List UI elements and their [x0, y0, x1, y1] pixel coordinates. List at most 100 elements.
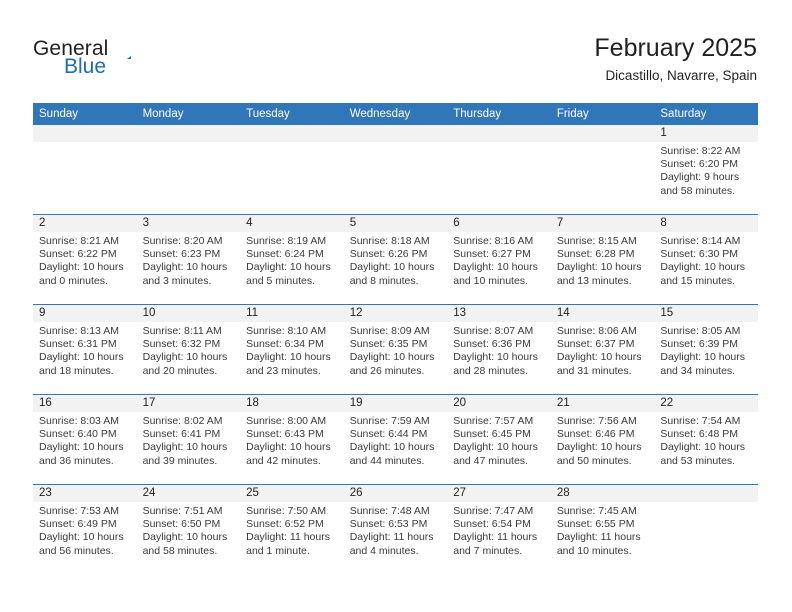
sunset-text: Sunset: 6:55 PM: [556, 518, 635, 531]
calendar-day-cell[interactable]: 26 Sunrise: 7:48 AM Sunset: 6:53 PM Dayligh…: [343, 484, 448, 574]
daylight-text-line1: Daylight: 10 hours: [556, 441, 642, 454]
daylight-text-line1: Daylight: 10 hours: [349, 441, 435, 454]
calendar-day-cell[interactable]: 4 Sunrise: 8:19 AM Sunset: 6:24 PM Daylight…: [240, 214, 344, 305]
day-sun-info: Sunrise: 8:18 AM Sunset: 6:26 PM Daylight:…: [344, 232, 448, 288]
calendar-day-cell[interactable]: 23 Sunrise: 7:53 AM Sunset: 6:49 PM Dayligh…: [33, 484, 137, 574]
weekday-header-wednesday: Wednesday: [343, 103, 448, 125]
day-number: 22: [654, 395, 758, 412]
day-sun-info: Sunrise: 7:57 AM Sunset: 6:45 PM Daylight:…: [447, 412, 551, 468]
daylight-text-line2: and 7 minutes.: [453, 544, 523, 557]
calendar-day-cell[interactable]: 17 Sunrise: 8:02 AM Sunset: 6:41 PM Dayligh…: [136, 394, 241, 485]
sunrise-text: Sunrise: 8:02 AM: [142, 415, 223, 427]
sunrise-text: Sunrise: 7:48 AM: [349, 505, 430, 517]
calendar-day-cell[interactable]: 21 Sunrise: 7:56 AM Sunset: 6:46 PM Dayligh…: [550, 394, 655, 485]
calendar-week-row: 2 Sunrise: 8:21 AM Sunset: 6:22 PM Daylight…: [33, 214, 758, 305]
daylight-text-line1: Daylight: 11 hours: [349, 531, 434, 544]
calendar-day-cell[interactable]: 22 Sunrise: 7:54 AM Sunset: 6:48 PM Dayligh…: [654, 394, 758, 485]
day-sun-info: Sunrise: 8:13 AM Sunset: 6:31 PM Daylight:…: [33, 322, 137, 378]
day-sun-info: Sunrise: 8:10 AM Sunset: 6:34 PM Daylight:…: [240, 322, 344, 378]
day-sun-info: Sunrise: 7:53 AM Sunset: 6:49 PM Daylight:…: [33, 502, 137, 558]
calendar-day-cell[interactable]: 7 Sunrise: 8:15 AM Sunset: 6:28 PM Daylight…: [550, 214, 655, 305]
day-sun-info: Sunrise: 7:51 AM Sunset: 6:50 PM Daylight:…: [137, 502, 241, 558]
calendar-empty-cell: [33, 125, 137, 215]
day-number: [33, 125, 137, 142]
calendar-day-cell[interactable]: 2 Sunrise: 8:21 AM Sunset: 6:22 PM Daylight…: [33, 214, 137, 305]
calendar-day-cell[interactable]: 1 Sunrise: 8:22 AM Sunset: 6:20 PM Daylight…: [654, 125, 758, 215]
weekday-header-row: Sunday Monday Tuesday Wednesday Thursday…: [33, 103, 758, 125]
sunrise-text: Sunrise: 8:14 AM: [660, 235, 741, 247]
daylight-text-line1: Daylight: 10 hours: [39, 351, 124, 364]
calendar-day-cell[interactable]: 12 Sunrise: 8:09 AM Sunset: 6:35 PM Dayligh…: [343, 304, 448, 395]
calendar-day-cell[interactable]: 20 Sunrise: 7:57 AM Sunset: 6:45 PM Dayligh…: [447, 394, 551, 485]
daylight-text-line1: Daylight: 10 hours: [142, 531, 228, 544]
sunrise-text: Sunrise: 7:51 AM: [142, 505, 223, 517]
brand-name-blue: Blue: [64, 55, 107, 78]
calendar-day-cell[interactable]: 28 Sunrise: 7:45 AM Sunset: 6:55 PM Dayligh…: [550, 484, 655, 574]
sunset-text: Sunset: 6:23 PM: [142, 248, 221, 261]
sunrise-text: Sunrise: 8:10 AM: [246, 325, 327, 337]
calendar-day-cell[interactable]: 14 Sunrise: 8:06 AM Sunset: 6:37 PM Dayligh…: [550, 304, 655, 395]
day-sun-info: Sunrise: 8:02 AM Sunset: 6:41 PM Daylight:…: [137, 412, 241, 468]
day-number: 17: [136, 395, 241, 412]
calendar-day-cell[interactable]: 10 Sunrise: 8:11 AM Sunset: 6:32 PM Dayligh…: [136, 304, 241, 395]
calendar-day-cell[interactable]: 16 Sunrise: 8:03 AM Sunset: 6:40 PM Dayligh…: [33, 394, 137, 485]
sunset-text: Sunset: 6:39 PM: [660, 338, 739, 351]
calendar-day-cell[interactable]: 6 Sunrise: 8:16 AM Sunset: 6:27 PM Daylight…: [447, 214, 551, 305]
daylight-text-line2: and 39 minutes.: [142, 454, 218, 467]
day-sun-info: Sunrise: 8:22 AM Sunset: 6:20 PM Daylight:…: [654, 142, 758, 198]
calendar-day-cell[interactable]: 9 Sunrise: 8:13 AM Sunset: 6:31 PM Daylight…: [33, 304, 137, 395]
calendar-empty-cell: [343, 125, 448, 215]
calendar-day-cell[interactable]: 24 Sunrise: 7:51 AM Sunset: 6:50 PM Dayligh…: [136, 484, 241, 574]
daylight-text-line1: Daylight: 10 hours: [556, 261, 642, 274]
calendar-day-cell[interactable]: 25 Sunrise: 7:50 AM Sunset: 6:52 PM Dayligh…: [240, 484, 344, 574]
day-sun-info: Sunrise: 8:07 AM Sunset: 6:36 PM Daylight:…: [447, 322, 551, 378]
weekday-header-thursday: Thursday: [447, 103, 551, 125]
day-sun-info: Sunrise: 8:15 AM Sunset: 6:28 PM Daylight:…: [551, 232, 655, 288]
day-number: [240, 125, 344, 142]
calendar-day-cell[interactable]: 15 Sunrise: 8:05 AM Sunset: 6:39 PM Dayligh…: [654, 304, 758, 395]
calendar-day-cell[interactable]: 8 Sunrise: 8:14 AM Sunset: 6:30 PM Daylight…: [654, 214, 758, 305]
calendar-empty-cell: [136, 125, 241, 215]
sunrise-text: Sunrise: 8:16 AM: [453, 235, 534, 247]
daylight-text-line2: and 28 minutes.: [453, 364, 528, 377]
page-header: General Blue February 2025 Dicastillo, N…: [0, 0, 792, 103]
calendar-day-cell[interactable]: 18 Sunrise: 8:00 AM Sunset: 6:43 PM Dayligh…: [240, 394, 344, 485]
daylight-text-line2: and 34 minutes.: [660, 364, 736, 377]
calendar-day-cell[interactable]: 5 Sunrise: 8:18 AM Sunset: 6:26 PM Daylight…: [343, 214, 448, 305]
calendar-day-cell[interactable]: 3 Sunrise: 8:20 AM Sunset: 6:23 PM Daylight…: [136, 214, 241, 305]
sunrise-text: Sunrise: 7:53 AM: [39, 505, 119, 517]
daylight-text-line1: Daylight: 10 hours: [246, 261, 331, 274]
sunrise-text: Sunrise: 8:00 AM: [246, 415, 327, 427]
day-number: 25: [240, 485, 344, 502]
day-sun-info: Sunrise: 7:54 AM Sunset: 6:48 PM Daylight:…: [654, 412, 758, 468]
day-number: 6: [447, 215, 551, 232]
sunrise-text: Sunrise: 8:15 AM: [556, 235, 637, 247]
calendar-day-cell[interactable]: 13 Sunrise: 8:07 AM Sunset: 6:36 PM Dayligh…: [447, 304, 551, 395]
day-number: 7: [550, 215, 655, 232]
sunset-text: Sunset: 6:49 PM: [39, 518, 117, 531]
daylight-text-line2: and 31 minutes.: [556, 364, 632, 377]
daylight-text-line2: and 18 minutes.: [39, 364, 114, 377]
calendar-day-cell[interactable]: 27 Sunrise: 7:47 AM Sunset: 6:54 PM Dayligh…: [447, 484, 551, 574]
general-blue-logo: General Blue: [33, 38, 163, 84]
daylight-text-line1: Daylight: 10 hours: [453, 351, 538, 364]
sunrise-text: Sunrise: 8:09 AM: [349, 325, 430, 337]
day-number: 9: [33, 305, 137, 322]
day-number: [136, 125, 241, 142]
daylight-text-line2: and 58 minutes.: [660, 184, 736, 197]
weekday-header-tuesday: Tuesday: [240, 103, 344, 125]
day-number: 14: [550, 305, 655, 322]
day-sun-info: Sunrise: 8:20 AM Sunset: 6:23 PM Daylight:…: [137, 232, 241, 288]
daylight-text-line2: and 15 minutes.: [660, 274, 736, 287]
day-number: 15: [654, 305, 758, 322]
day-number: 8: [654, 215, 758, 232]
calendar-day-cell[interactable]: 11 Sunrise: 8:10 AM Sunset: 6:34 PM Dayligh…: [240, 304, 344, 395]
daylight-text-line1: Daylight: 10 hours: [39, 531, 124, 544]
daylight-text-line2: and 53 minutes.: [660, 454, 736, 467]
sunrise-text: Sunrise: 8:11 AM: [142, 325, 222, 337]
daylight-text-line2: and 5 minutes.: [246, 274, 316, 287]
sunset-text: Sunset: 6:24 PM: [246, 248, 324, 261]
calendar-day-cell[interactable]: 19 Sunrise: 7:59 AM Sunset: 6:44 PM Dayligh…: [343, 394, 448, 485]
sunset-text: Sunset: 6:50 PM: [142, 518, 221, 531]
sunset-text: Sunset: 6:41 PM: [142, 428, 221, 441]
